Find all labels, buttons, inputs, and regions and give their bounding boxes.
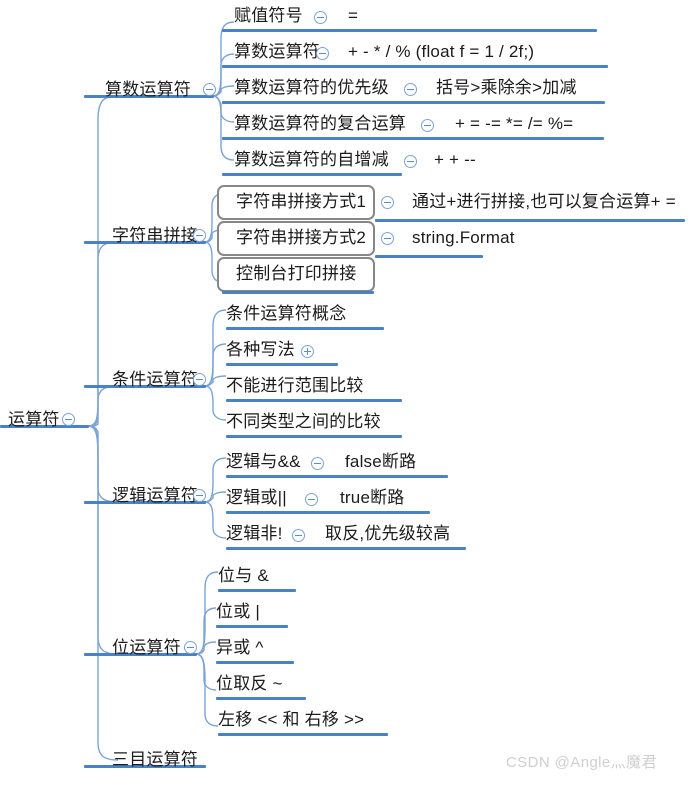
node-compound-detail[interactable]: + = -= *= /= %=	[455, 114, 573, 134]
node-assign-label[interactable]: 赋值符号	[234, 6, 303, 26]
bar-precedence	[222, 101, 605, 104]
node-concat-1-label[interactable]: 字符串拼接方式1	[236, 192, 366, 212]
node-bit-and-label[interactable]: 位与 &	[218, 566, 269, 586]
node-concat-2-detail[interactable]: string.Format	[412, 228, 515, 248]
collapse-icon-root[interactable]	[62, 413, 75, 426]
node-bit-or-label[interactable]: 位或 |	[216, 602, 260, 622]
node-bit-shift-label[interactable]: 左移 << 和 右移 >>	[218, 710, 364, 730]
node-bit-xor-label[interactable]: 异或 ^	[216, 638, 264, 658]
collapse-icon-logic-or[interactable]	[305, 493, 318, 506]
node-precedence-detail[interactable]: 括号>乘除余>加减	[436, 78, 577, 98]
node-concat-1-detail[interactable]: 通过+进行拼接,也可以复合运算+ =	[412, 192, 676, 212]
bar-arith-ops	[222, 65, 608, 68]
bar-console-print	[222, 291, 374, 294]
node-assign-detail[interactable]: =	[348, 6, 358, 26]
collapse-icon-incdec[interactable]	[404, 155, 417, 168]
bar-incdec	[222, 173, 402, 176]
node-bitwise-label[interactable]: 位运算符	[112, 638, 181, 658]
collapse-icon-assign[interactable]	[314, 11, 327, 24]
bar-logic-not	[226, 547, 466, 550]
bar-cond-concept	[226, 327, 384, 330]
node-root-label[interactable]: 运算符	[8, 410, 60, 430]
bar-bit-not	[216, 697, 306, 700]
node-concat-2-label[interactable]: 字符串拼接方式2	[236, 228, 366, 248]
node-arithmetic-label[interactable]: 算数运算符	[105, 80, 191, 100]
node-logic-or-label[interactable]: 逻辑或||	[226, 488, 287, 508]
node-precedence-label[interactable]: 算数运算符的优先级	[234, 78, 389, 98]
bar-logic-or	[226, 511, 430, 514]
node-logic-not-detail[interactable]: 取反,优先级较高	[325, 524, 450, 544]
node-type-compare-label[interactable]: 不同类型之间的比较	[226, 412, 381, 432]
collapse-icon-precedence[interactable]	[404, 83, 417, 96]
node-cond-styles-label[interactable]: 各种写法	[226, 340, 295, 360]
collapse-icon-arith-ops[interactable]	[316, 47, 329, 60]
node-ternary-label[interactable]: 三目运算符	[112, 750, 198, 770]
node-string-concat-label[interactable]: 字符串拼接	[112, 226, 198, 246]
node-arith-ops-label[interactable]: 算数运算符	[234, 42, 320, 62]
collapse-icon-concat-2[interactable]	[381, 232, 394, 245]
bar-bit-xor	[216, 661, 294, 664]
node-incdec-label[interactable]: 算数运算符的自增减	[234, 150, 389, 170]
bar-type-compare	[226, 435, 402, 438]
collapse-icon-compound[interactable]	[421, 119, 434, 132]
node-arith-ops-detail[interactable]: + - * / % (float f = 1 / 2f;)	[348, 42, 534, 62]
collapse-icon-conditional[interactable]	[193, 373, 206, 386]
collapse-icon-bitwise[interactable]	[184, 641, 197, 654]
bar-bit-or	[216, 625, 288, 628]
collapse-icon-logic-and[interactable]	[311, 457, 324, 470]
bar-bit-and	[218, 589, 296, 592]
bar-logic-and	[226, 475, 448, 478]
bar-cond-styles	[226, 363, 338, 366]
node-no-range-label[interactable]: 不能进行范围比较	[226, 376, 364, 396]
expand-icon-cond-styles[interactable]	[301, 345, 314, 358]
node-incdec-detail[interactable]: + + --	[434, 150, 476, 170]
collapse-icon-arithmetic[interactable]	[203, 83, 216, 96]
collapse-icon-logic-not[interactable]	[292, 529, 305, 542]
node-console-print-label[interactable]: 控制台打印拼接	[236, 264, 356, 284]
collapse-icon-logical[interactable]	[193, 489, 206, 502]
bar-bit-shift	[218, 733, 388, 736]
node-logical-label[interactable]: 逻辑运算符	[112, 486, 198, 506]
node-logic-and-detail[interactable]: false断路	[345, 452, 416, 472]
node-logic-not-label[interactable]: 逻辑非!	[226, 524, 283, 544]
bar-assign	[222, 29, 597, 32]
node-logic-and-label[interactable]: 逻辑与&&	[226, 452, 301, 472]
collapse-icon-string-concat[interactable]	[193, 229, 206, 242]
collapse-icon-concat-1[interactable]	[381, 196, 394, 209]
node-bit-not-label[interactable]: 位取反 ~	[216, 674, 283, 694]
node-compound-label[interactable]: 算数运算符的复合运算	[234, 114, 406, 134]
bar-concat-1	[375, 219, 685, 222]
bar-compound	[222, 137, 604, 140]
mindmap-canvas: 运算符 算数运算符 字符串拼接 条件运算符 逻辑运算符 位运算符 三目运算符 赋…	[0, 0, 698, 785]
bar-concat-2	[375, 255, 483, 258]
node-cond-concept-label[interactable]: 条件运算符概念	[226, 304, 346, 324]
watermark: CSDN @Angle灬魔君	[506, 754, 657, 771]
node-logic-or-detail[interactable]: true断路	[340, 488, 405, 508]
node-conditional-label[interactable]: 条件运算符	[112, 370, 198, 390]
bar-no-range	[226, 399, 402, 402]
